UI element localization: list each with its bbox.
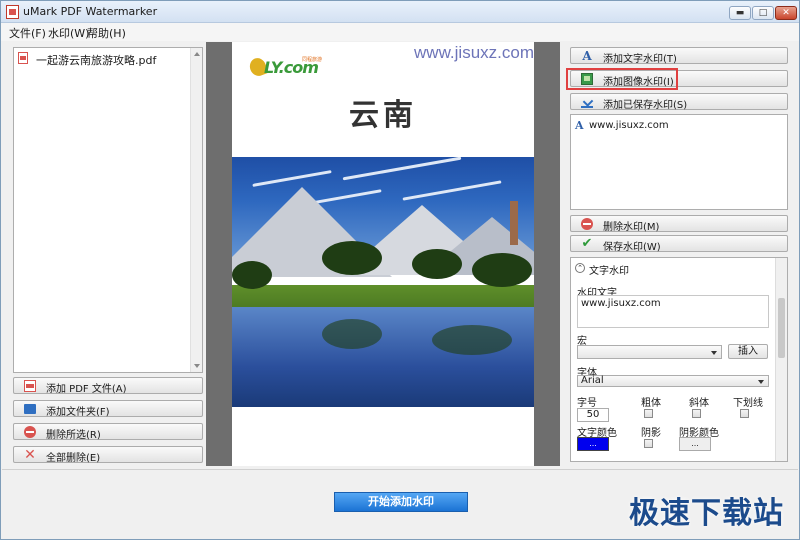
save-watermark-button[interactable]: ✔ 保存水印(W) xyxy=(570,235,788,253)
add-saved-watermark-label: 添加已保存水印(S) xyxy=(603,100,688,111)
photo-tree xyxy=(412,249,462,279)
watermark-preview-text: www.jisuxz.com xyxy=(414,43,534,62)
text-a-icon: A xyxy=(582,49,592,63)
photo-reflection xyxy=(322,319,382,349)
font-size-label: 字号 xyxy=(577,398,597,409)
add-text-watermark-button[interactable]: A 添加文字水印(T) xyxy=(570,47,788,65)
highlight-box xyxy=(566,68,678,90)
shadow-color-button[interactable]: ... xyxy=(679,437,711,451)
menu-file[interactable]: 文件(F) xyxy=(9,25,46,41)
delete-x-icon: ✕ xyxy=(24,447,36,463)
remove-icon xyxy=(581,218,593,230)
close-button[interactable]: ✕ xyxy=(775,6,797,20)
text-a-icon: A xyxy=(575,119,584,132)
bold-checkbox[interactable] xyxy=(644,409,653,418)
italic-checkbox[interactable] xyxy=(692,409,701,418)
pdf-icon xyxy=(24,380,36,392)
remove-icon xyxy=(24,426,36,438)
ly-logo: LY.com 同程旅游 xyxy=(247,55,330,79)
main-content: 一起游云南旅游攻略.pdf 添加 PDF 文件(A) 添加文件夹(F) 删除所选… xyxy=(6,42,794,466)
file-list-item[interactable]: 一起游云南旅游攻略.pdf xyxy=(16,50,191,67)
watermark-text-value: www.jisuxz.com xyxy=(581,298,661,309)
font-value: Arial xyxy=(581,375,604,386)
delete-watermark-button[interactable]: 删除水印(M) xyxy=(570,215,788,233)
file-pane: 一起游云南旅游攻略.pdf 添加 PDF 文件(A) 添加文件夹(F) 删除所选… xyxy=(6,42,206,466)
title-bar: uMark PDF Watermarker ▬ □ ✕ xyxy=(1,1,799,23)
font-select[interactable]: Arial xyxy=(577,375,769,387)
add-pdf-button[interactable]: 添加 PDF 文件(A) xyxy=(13,377,203,395)
preview-area: LY.com 同程旅游 www.jisuxz.com 云南 xyxy=(206,42,560,466)
photo-tower xyxy=(510,201,518,245)
chevron-down-icon xyxy=(758,380,764,384)
landscape-photo xyxy=(232,157,534,407)
window-title: uMark PDF Watermarker xyxy=(23,5,158,18)
watermark-properties: ⌃ 文字水印 水印文字 www.jisuxz.com 宏 插入 字体 Arial xyxy=(570,257,788,462)
delete-watermark-label: 删除水印(M) xyxy=(603,222,660,233)
remove-selected-button[interactable]: 删除所选(R) xyxy=(13,423,203,441)
pdf-file-icon xyxy=(18,52,28,64)
underline-checkbox[interactable] xyxy=(740,409,749,418)
photo-tree xyxy=(472,253,532,287)
file-list-scrollbar[interactable] xyxy=(190,48,202,372)
footer-bar: 开始添加水印 极速下载站 xyxy=(2,469,798,539)
app-window: uMark PDF Watermarker ▬ □ ✕ 文件(F) 水印(W) … xyxy=(0,0,800,540)
minimize-button[interactable]: ▬ xyxy=(729,6,751,20)
macro-select[interactable] xyxy=(577,345,722,359)
remove-selected-label: 删除所选(R) xyxy=(46,430,101,441)
font-size-input[interactable]: 50 xyxy=(577,408,609,422)
watermark-text-input[interactable]: www.jisuxz.com xyxy=(577,295,769,328)
scroll-up-icon[interactable] xyxy=(194,52,200,56)
restore-button[interactable]: □ xyxy=(752,6,774,20)
watermark-list[interactable]: A www.jisuxz.com xyxy=(570,114,788,210)
menu-watermark[interactable]: 水印(W) xyxy=(48,25,89,41)
start-watermark-button[interactable]: 开始添加水印 xyxy=(334,492,468,512)
file-name: 一起游云南旅游攻略.pdf xyxy=(36,54,157,67)
italic-label: 斜体 xyxy=(689,398,709,409)
remove-all-button[interactable]: ✕ 全部删除(E) xyxy=(13,446,203,464)
app-icon xyxy=(6,5,19,19)
logo-subtext: 同程旅游 xyxy=(302,57,323,63)
menu-help[interactable]: 帮助(H) xyxy=(87,25,126,41)
check-icon: ✔ xyxy=(581,236,593,251)
scroll-down-icon[interactable] xyxy=(194,364,200,368)
watermark-list-text: www.jisuxz.com xyxy=(589,120,669,131)
photo-reflection xyxy=(432,325,512,355)
properties-scrollbar[interactable] xyxy=(775,258,787,461)
page-title: 云南 xyxy=(349,98,417,133)
menu-bar: 文件(F) 水印(W) 帮助(H) xyxy=(1,23,799,41)
collapse-icon[interactable]: ⌃ xyxy=(575,263,585,273)
file-list[interactable]: 一起游云南旅游攻略.pdf xyxy=(13,47,203,373)
site-watermark: 极速下载站 xyxy=(629,496,784,531)
add-text-watermark-label: 添加文字水印(T) xyxy=(603,54,677,65)
add-pdf-label: 添加 PDF 文件(A) xyxy=(46,384,127,395)
bold-label: 粗体 xyxy=(641,398,661,409)
add-folder-label: 添加文件夹(F) xyxy=(46,407,110,418)
save-watermark-label: 保存水印(W) xyxy=(603,242,661,253)
add-saved-watermark-button[interactable]: 添加已保存水印(S) xyxy=(570,93,788,111)
saved-check-icon xyxy=(581,96,593,108)
underline-label: 下划线 xyxy=(733,398,763,409)
pdf-page-preview: LY.com 同程旅游 www.jisuxz.com 云南 xyxy=(232,42,534,466)
add-folder-button[interactable]: 添加文件夹(F) xyxy=(13,400,203,418)
photo-tree xyxy=(322,241,382,275)
chevron-down-icon xyxy=(711,351,717,355)
shadow-label: 阴影 xyxy=(641,428,661,439)
photo-water xyxy=(232,307,534,407)
folder-icon xyxy=(24,404,36,414)
scrollbar-thumb[interactable] xyxy=(778,298,785,358)
remove-all-label: 全部删除(E) xyxy=(46,453,101,464)
text-color-button[interactable]: ... xyxy=(577,437,609,451)
section-title: 文字水印 xyxy=(589,266,629,277)
photo-tree xyxy=(232,261,272,289)
shadow-checkbox[interactable] xyxy=(644,439,653,448)
insert-button[interactable]: 插入 xyxy=(728,344,768,359)
watermark-pane: A 添加文字水印(T) 添加图像水印(I) 添加已保存水印(S) A www.j… xyxy=(566,42,794,466)
